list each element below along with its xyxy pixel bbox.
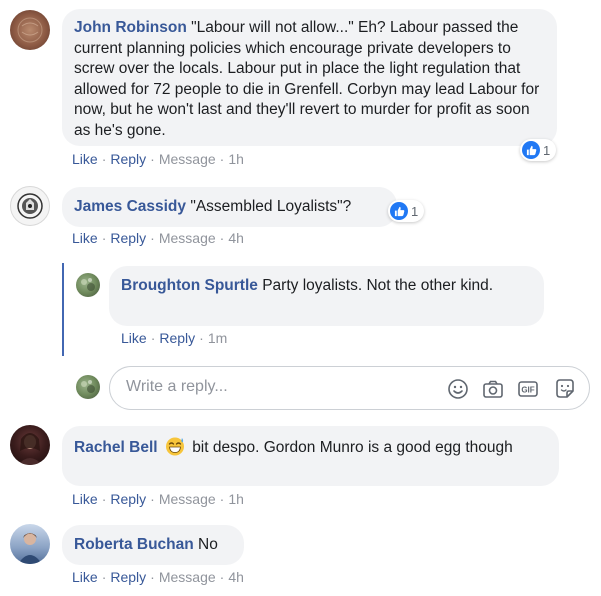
comment-bubble: Roberta Buchan No — [62, 525, 244, 565]
like-link[interactable]: Like — [121, 330, 147, 346]
separator: · — [219, 151, 225, 167]
avatar[interactable] — [10, 10, 50, 50]
separator: · — [101, 491, 107, 507]
like-link[interactable]: Like — [72, 151, 98, 167]
comment-author[interactable]: Rachel Bell — [74, 439, 158, 456]
separator: · — [150, 151, 155, 167]
comment-author[interactable]: John Robinson — [74, 19, 187, 36]
separator: · — [150, 491, 155, 507]
like-link[interactable]: Like — [72, 230, 98, 246]
reply-author[interactable]: Broughton Spurtle — [121, 277, 258, 294]
comment-bubble: Rachel Bell bit despo. Gordon Munro is a… — [62, 426, 559, 486]
message-link[interactable]: Message — [159, 230, 216, 246]
reply-link[interactable]: Reply — [110, 230, 146, 246]
reply-text: Party loyalists. Not the other kind. — [262, 277, 494, 294]
comment-actions: Like · Reply · Message · 1h — [72, 491, 244, 507]
separator: · — [219, 491, 225, 507]
separator: · — [150, 330, 156, 346]
reply-bubble: Broughton Spurtle Party loyalists. Not t… — [109, 266, 544, 326]
comment-timestamp[interactable]: 1h — [228, 151, 244, 167]
reply-input[interactable] — [124, 377, 428, 397]
reply-link[interactable]: Reply — [159, 330, 195, 346]
avatar[interactable] — [76, 273, 100, 297]
reply-timestamp[interactable]: 1m — [208, 330, 227, 346]
separator: · — [101, 230, 107, 246]
camera-icon[interactable] — [481, 377, 505, 401]
reaction-count-badge[interactable]: 1 — [388, 200, 425, 222]
separator: · — [219, 569, 225, 585]
separator: · — [150, 230, 155, 246]
sticker-icon[interactable] — [553, 377, 577, 401]
comment-text: bit despo. Gordon Munro is a good egg th… — [192, 439, 513, 456]
current-user-avatar — [76, 375, 100, 399]
like-reaction-icon — [522, 141, 540, 159]
comment-bubble: James Cassidy "Assembled Loyalists"? — [62, 187, 397, 227]
comment-text: "Assembled Loyalists"? — [190, 198, 352, 215]
comment-text: "Labour will not allow..." Eh? Labour pa… — [74, 19, 540, 139]
comment-timestamp[interactable]: 1h — [228, 491, 244, 507]
emoji-icon[interactable] — [446, 377, 470, 401]
reply-thread-line — [62, 263, 64, 356]
message-link[interactable]: Message — [159, 569, 216, 585]
reply-composer: GIF — [109, 366, 590, 410]
reply-actions: Like · Reply · 1m — [121, 330, 227, 346]
separator: · — [219, 230, 225, 246]
separator: · — [101, 569, 107, 585]
reply-link[interactable]: Reply — [110, 569, 146, 585]
separator: · — [199, 330, 204, 346]
avatar[interactable] — [10, 425, 50, 465]
like-link[interactable]: Like — [72, 491, 98, 507]
comment-bubble: John Robinson "Labour will not allow..."… — [62, 9, 557, 146]
comment-author[interactable]: Roberta Buchan — [74, 536, 194, 553]
like-link[interactable]: Like — [72, 569, 98, 585]
avatar[interactable] — [10, 524, 50, 564]
comment-timestamp[interactable]: 4h — [228, 569, 244, 585]
comment-text: No — [198, 536, 218, 553]
reaction-count-badge[interactable]: 1 — [520, 139, 557, 161]
comment-actions: Like · Reply · Message · 4h — [72, 230, 244, 246]
reaction-count: 1 — [543, 142, 551, 158]
svg-text:GIF: GIF — [521, 386, 534, 395]
grin-sweat-emoji-icon — [165, 436, 185, 463]
comment-timestamp[interactable]: 4h — [228, 230, 244, 246]
comment-actions: Like · Reply · Message · 1h — [72, 151, 244, 167]
reply-link[interactable]: Reply — [110, 491, 146, 507]
reply-link[interactable]: Reply — [110, 151, 146, 167]
message-link[interactable]: Message — [159, 151, 216, 167]
separator: · — [101, 151, 107, 167]
message-link[interactable]: Message — [159, 491, 216, 507]
comment-author[interactable]: James Cassidy — [74, 198, 186, 215]
reaction-count: 1 — [411, 203, 419, 219]
gif-icon[interactable]: GIF — [516, 377, 540, 401]
comment-actions: Like · Reply · Message · 4h — [72, 569, 244, 585]
avatar[interactable] — [10, 186, 50, 226]
like-reaction-icon — [390, 202, 408, 220]
separator: · — [150, 569, 155, 585]
